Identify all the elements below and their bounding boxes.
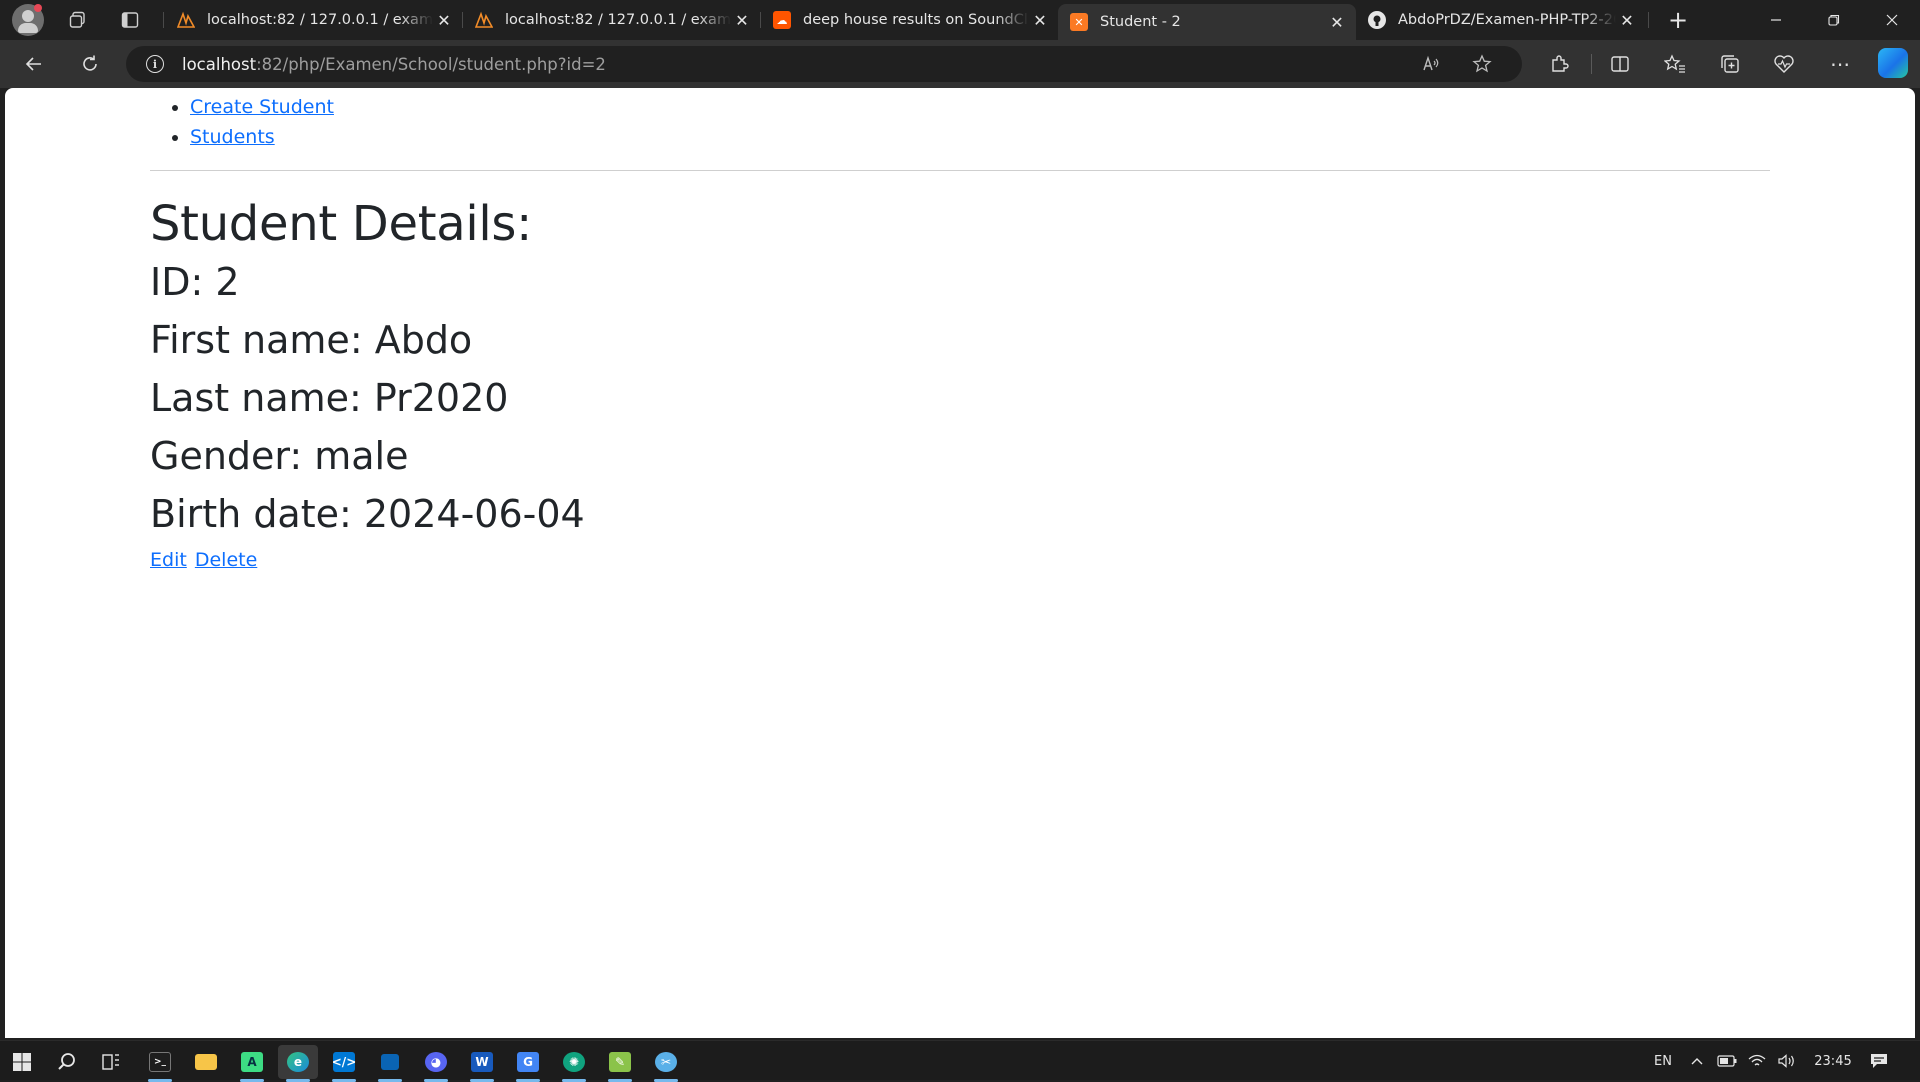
page-viewport: Create Student Students Student Details:…	[5, 88, 1915, 1038]
student-birth-date: Birth date: 2024-06-04	[150, 492, 585, 536]
delete-link[interactable]: Delete	[195, 549, 257, 571]
collections-icon[interactable]	[1712, 48, 1748, 80]
edit-link[interactable]: Edit	[150, 549, 187, 571]
close-icon[interactable]: ✕	[1616, 9, 1638, 31]
notifications-icon[interactable]	[1864, 1041, 1894, 1081]
tab-actions-icon[interactable]	[114, 6, 146, 34]
translate-icon[interactable]: G	[508, 1045, 548, 1082]
more-options-icon[interactable]: ⋯	[1822, 48, 1858, 80]
phpmyadmin-icon	[177, 11, 195, 29]
back-arrow-icon[interactable]	[16, 48, 52, 80]
site-info-icon[interactable]: i	[146, 55, 164, 73]
nav-item-create-student: Create Student	[190, 92, 1770, 122]
minimize-icon[interactable]	[1748, 0, 1804, 40]
phpmyadmin-icon	[475, 11, 493, 29]
search-icon[interactable]	[47, 1045, 87, 1079]
favorite-star-icon[interactable]	[1466, 50, 1498, 78]
split-screen-icon[interactable]	[1602, 48, 1638, 80]
notepad-icon[interactable]: ✎	[600, 1045, 640, 1082]
terminal-icon[interactable]: >_	[140, 1045, 180, 1082]
language-indicator[interactable]: EN	[1648, 1041, 1678, 1081]
url-path: :82/php/Examen/School/student.php?id=2	[256, 54, 606, 74]
page-title: Student Details:	[150, 196, 532, 252]
tab-strip: localhost:82 / 127.0.0.1 / examen ✕ loca…	[0, 0, 1920, 40]
vscode-icon[interactable]: </>	[324, 1045, 364, 1082]
student-first-name: First name: Abdo	[150, 318, 473, 362]
close-icon[interactable]: ✕	[433, 9, 455, 31]
tab-github[interactable]: AbdoPrDZ/Examen-PHP-TP2-2024 ✕	[1356, 4, 1646, 36]
windows-taskbar: >_ A e </> ◕ W G ✺ ✎ ✂ EN 23:45	[0, 1040, 1920, 1082]
tab-title: AbdoPrDZ/Examen-PHP-TP2-2024	[1398, 12, 1616, 28]
tab-title: Student - 2	[1100, 14, 1181, 30]
student-gender: Gender: male	[150, 434, 409, 478]
browser-toolbar: i localhost:82/php/Examen/School/student…	[0, 40, 1920, 116]
page-container: Create Student Students Student Details:…	[150, 88, 1770, 573]
close-icon[interactable]: ✕	[1029, 9, 1051, 31]
android-studio-icon[interactable]: A	[232, 1045, 272, 1082]
copilot-icon[interactable]	[1878, 48, 1908, 78]
app-window-icon[interactable]	[370, 1045, 410, 1082]
chevron-up-icon[interactable]	[1684, 1041, 1710, 1081]
student-last-name: Last name: Pr2020	[150, 376, 509, 420]
tab-title: localhost:82 / 127.0.0.1 / examen	[505, 12, 731, 28]
nav-item-students: Students	[190, 122, 1770, 152]
refresh-icon[interactable]	[72, 48, 108, 80]
word-icon[interactable]: W	[462, 1045, 502, 1082]
new-tab-icon[interactable]: +	[1662, 6, 1694, 34]
start-windows-icon[interactable]	[2, 1045, 42, 1079]
tab-student-active[interactable]: ✕ Student - 2 ✕	[1058, 4, 1356, 40]
favorites-icon[interactable]	[1657, 48, 1693, 80]
tab-title: localhost:82 / 127.0.0.1 / examen	[207, 12, 433, 28]
nav-list: Create Student Students	[150, 92, 1770, 152]
github-icon	[1368, 11, 1386, 29]
tab-title: deep house results on SoundCloud	[803, 12, 1029, 28]
tab-phpmyadmin-1[interactable]: localhost:82 / 127.0.0.1 / examen ✕	[165, 4, 463, 36]
students-link[interactable]: Students	[190, 126, 275, 148]
student-id: ID: 2	[150, 260, 240, 304]
xampp-icon: ✕	[1070, 13, 1088, 31]
extensions-icon[interactable]	[1541, 48, 1577, 80]
chatgpt-icon[interactable]: ✺	[554, 1045, 594, 1082]
tab-soundcloud[interactable]: ☁ deep house results on SoundCloud ✕	[761, 4, 1059, 36]
clock-time[interactable]: 23:45	[1806, 1041, 1860, 1081]
wifi-icon[interactable]	[1744, 1041, 1770, 1081]
browser-essentials-icon[interactable]	[1766, 48, 1802, 80]
restore-icon[interactable]	[1806, 0, 1862, 40]
student-actions: Edit Delete	[150, 547, 1770, 573]
url-text[interactable]: localhost:82/php/Examen/School/student.p…	[182, 55, 606, 74]
edge-icon[interactable]: e	[278, 1045, 318, 1082]
address-bar[interactable]: i localhost:82/php/Examen/School/student…	[126, 46, 1522, 82]
volume-icon[interactable]	[1774, 1041, 1800, 1081]
task-view-icon[interactable]	[91, 1045, 131, 1079]
read-aloud-icon[interactable]	[1416, 50, 1448, 78]
workspaces-icon[interactable]	[62, 6, 94, 34]
file-explorer-icon[interactable]	[186, 1045, 226, 1079]
tab-phpmyadmin-2[interactable]: localhost:82 / 127.0.0.1 / examen ✕	[463, 4, 761, 36]
close-icon[interactable]: ✕	[731, 9, 753, 31]
profile-notification-dot	[34, 4, 42, 12]
battery-icon[interactable]	[1714, 1041, 1740, 1081]
soundcloud-icon: ☁	[773, 11, 791, 29]
window-close-icon[interactable]	[1864, 0, 1920, 40]
discord-icon[interactable]: ◕	[416, 1045, 456, 1082]
create-student-link[interactable]: Create Student	[190, 96, 334, 118]
divider	[150, 170, 1770, 171]
url-host: localhost	[182, 54, 257, 74]
snipping-tool-icon[interactable]: ✂	[646, 1045, 686, 1082]
close-icon[interactable]: ✕	[1326, 11, 1348, 33]
